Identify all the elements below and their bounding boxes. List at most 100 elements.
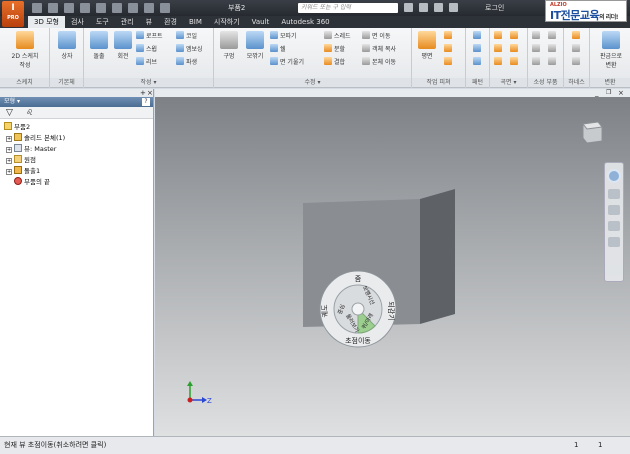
combine-button[interactable]: 결합 [324, 57, 345, 67]
create-2d-sketch-button[interactable]: 2D 스케치 작성 [6, 31, 44, 69]
grill-button[interactable] [532, 31, 542, 41]
extrude-button[interactable]: 돌출 [88, 31, 110, 60]
steering-wheel[interactable]: 줌 궤도 되감기 초점이동 중심 보행시선 위/아래 둘러보기 [318, 269, 398, 349]
tree-item-origin[interactable]: + 원점 [6, 155, 36, 165]
expand-icon[interactable]: + [6, 169, 12, 175]
tab-3d-model[interactable]: 3D 모형 [28, 16, 65, 28]
chamfer-button[interactable]: 모따기 [270, 31, 297, 41]
thread-button[interactable]: 스레드 [324, 31, 351, 41]
tree-item-end-of-part[interactable]: 부품의 끝 [14, 177, 50, 187]
rule-fillet-button[interactable] [532, 57, 542, 67]
sculpt-button[interactable] [510, 44, 520, 54]
zoom-icon[interactable] [608, 205, 620, 215]
panel-title-modify[interactable]: 수정 ▾ [214, 78, 411, 87]
harness-button-1[interactable] [572, 31, 582, 41]
steering-wheel-icon[interactable] [607, 169, 621, 183]
update-icon[interactable] [128, 3, 138, 13]
rest-button[interactable] [532, 44, 542, 54]
material-icon[interactable] [144, 3, 154, 13]
plane-button[interactable]: 평면 [416, 31, 438, 60]
star-icon[interactable] [434, 3, 443, 12]
loft-button[interactable]: 로프트 [136, 31, 163, 41]
box-button[interactable]: 상자 [56, 31, 78, 60]
revolve-button[interactable]: 회전 [112, 31, 134, 60]
sweep-button[interactable]: 스윕 [136, 44, 157, 54]
shell-button[interactable]: 쉘 [270, 44, 286, 54]
fillet-button[interactable]: 모깎기 [242, 31, 268, 60]
loft-label: 로프트 [146, 33, 163, 40]
tab-tools[interactable]: 도구 [90, 16, 115, 28]
rectangular-pattern-button[interactable] [473, 31, 483, 41]
browser-add-icon[interactable]: + [140, 89, 146, 97]
derive-button[interactable]: 파생 [176, 57, 197, 67]
tree-item-part[interactable]: 부품2 [4, 122, 30, 132]
tab-environments[interactable]: 환경 [158, 16, 183, 28]
split-button[interactable]: 분할 [324, 44, 345, 54]
appearance-icon[interactable] [160, 3, 170, 13]
extend-button[interactable] [510, 57, 520, 67]
move-body-button[interactable]: 본체 이동 [362, 57, 396, 67]
tab-manage[interactable]: 관리 [115, 16, 140, 28]
select-icon[interactable] [112, 3, 122, 13]
copy-object-button[interactable]: 객체 복사 [362, 44, 396, 54]
key-icon[interactable] [419, 3, 428, 12]
harness-button-2[interactable] [572, 44, 582, 54]
user-icon[interactable] [449, 3, 458, 12]
panel-title-surface[interactable]: 곡면 ▾ [490, 78, 527, 87]
trim-button[interactable] [494, 57, 504, 67]
expand-icon[interactable]: + [6, 136, 12, 142]
login-link[interactable]: 로그인 [485, 3, 504, 13]
expand-icon[interactable]: + [6, 158, 12, 164]
graphics-window[interactable]: _ ❐ × Z 줌 궤도 되감기 초점이동 중심 보행시선 위/아래 둘러보기 [155, 89, 630, 436]
undo-icon[interactable] [80, 3, 90, 13]
application-button[interactable]: I PRO [2, 1, 24, 27]
tab-get-started[interactable]: 시작하기 [208, 16, 246, 28]
pan-icon[interactable] [608, 189, 620, 199]
binoculars-search-icon[interactable]: ♌ [26, 108, 33, 118]
patch-button[interactable] [494, 44, 504, 54]
mirror-button[interactable] [473, 57, 483, 67]
tab-autodesk-360[interactable]: Autodesk 360 [275, 16, 335, 28]
redo-icon[interactable] [96, 3, 106, 13]
stitch-button[interactable] [510, 31, 520, 41]
look-at-icon[interactable] [608, 237, 620, 247]
ucs-button[interactable] [444, 57, 454, 67]
convert-to-sheet-metal-button[interactable]: 판금으로 변환 [594, 31, 628, 69]
circular-pattern-button[interactable] [473, 44, 483, 54]
orbit-icon[interactable] [608, 221, 620, 231]
draft-button[interactable]: 면 기울기 [270, 57, 304, 67]
help-icon[interactable]: ? [142, 98, 150, 106]
snap-fit-button[interactable] [548, 44, 558, 54]
thicken-button[interactable] [494, 31, 504, 41]
save-icon[interactable] [64, 3, 74, 13]
open-icon[interactable] [48, 3, 58, 13]
binoculars-icon[interactable] [404, 3, 413, 12]
move-face-button[interactable]: 면 이동 [362, 31, 390, 41]
browser-tab[interactable]: 모형 ▾ ? [0, 97, 153, 107]
harness-button-3[interactable] [572, 57, 582, 67]
axis-button[interactable] [444, 31, 454, 41]
search-input[interactable]: 키워드 또는 구 입력 [298, 3, 398, 13]
coil-button[interactable]: 코일 [176, 31, 197, 41]
emboss-button[interactable]: 엠보싱 [176, 44, 203, 54]
emboss-icon [176, 44, 184, 52]
filter-icon[interactable]: ▽ [6, 108, 13, 118]
rib-button[interactable]: 리브 [136, 57, 157, 67]
boss-button[interactable] [548, 31, 558, 41]
new-icon[interactable] [32, 3, 42, 13]
expand-icon[interactable]: + [6, 147, 12, 153]
tab-vault[interactable]: Vault [246, 16, 276, 28]
viewcube[interactable] [580, 119, 606, 145]
tab-view[interactable]: 뷰 [140, 16, 158, 28]
view-rep-icon [14, 144, 22, 152]
tree-item-solid-bodies[interactable]: + 솔리드 본체(1) [6, 133, 65, 143]
tree-item-view[interactable]: + 뷰: Master [6, 144, 56, 154]
point-button[interactable] [444, 44, 454, 54]
tab-inspect[interactable]: 검사 [65, 16, 90, 28]
lip-button[interactable] [548, 57, 558, 67]
browser-close-icon[interactable]: × [147, 89, 153, 97]
panel-title-create[interactable]: 작성 ▾ [84, 78, 213, 87]
tab-bim[interactable]: BIM [183, 16, 208, 28]
tree-item-extrusion[interactable]: + 돌출1 [6, 166, 40, 176]
hole-button[interactable]: 구멍 [218, 31, 240, 60]
